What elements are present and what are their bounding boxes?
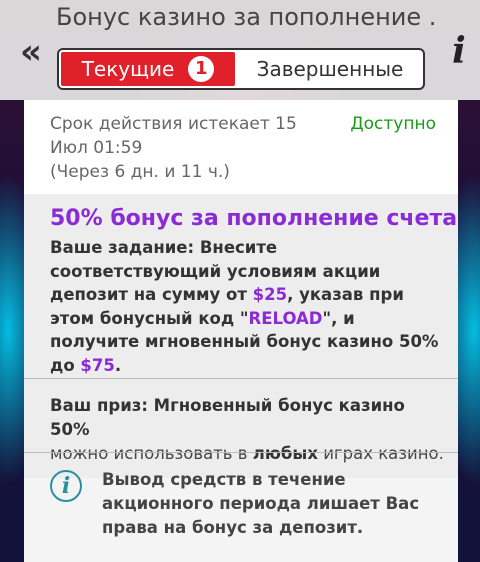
status-label: Доступно [350, 114, 436, 134]
expiry-date: Срок действия истекает 15 Июл 01:59 [50, 114, 297, 158]
expiry-text: Срок действия истекает 15 Июл 01:59 (Чер… [50, 112, 340, 184]
info-icon[interactable]: i [446, 30, 472, 72]
task-text: . [114, 355, 122, 375]
promo-title: 50% бонус за пополнение счета [50, 206, 458, 231]
prize-text: играх казино. [317, 444, 444, 463]
tab-completed[interactable]: Завершенные [237, 50, 423, 88]
divider [24, 452, 458, 453]
bonus-card: Срок действия истекает 15 Июл 01:59 (Чер… [24, 100, 458, 562]
back-icon[interactable]: « [14, 32, 48, 72]
time-remaining: (Через 6 дн. и 11 ч.) [50, 162, 230, 182]
warning-text: Вывод средств в течение акционного перио… [102, 470, 420, 537]
divider [24, 378, 458, 379]
min-deposit: $25 [252, 285, 288, 304]
tab-current-label: Текущие [81, 57, 175, 81]
max-bonus: $75 [80, 355, 115, 375]
expiry-section: Срок действия истекает 15 Июл 01:59 (Чер… [24, 100, 458, 194]
tab-current[interactable]: Текущие 1 [59, 50, 237, 88]
prize-text: можно использовать в [50, 444, 253, 463]
count-badge: 1 [188, 56, 215, 82]
task-description: Ваше задание: Внесите соответствующий ус… [50, 236, 442, 377]
page-title: Бонус казино за пополнение ... [56, 3, 436, 31]
header-bar: Бонус казино за пополнение ... « i Текущ… [0, 0, 480, 100]
info-circle-icon: i [50, 470, 82, 502]
bonus-code: RELOAD [248, 308, 323, 328]
prize-text-bold: любых [252, 444, 318, 463]
prize-description: Ваш приз: Мгновенный бонус казино 50% мо… [50, 394, 450, 466]
prize-label: Ваш приз: Мгновенный бонус казино 50% [50, 396, 405, 439]
tab-switcher: Текущие 1 Завершенные [57, 48, 425, 90]
